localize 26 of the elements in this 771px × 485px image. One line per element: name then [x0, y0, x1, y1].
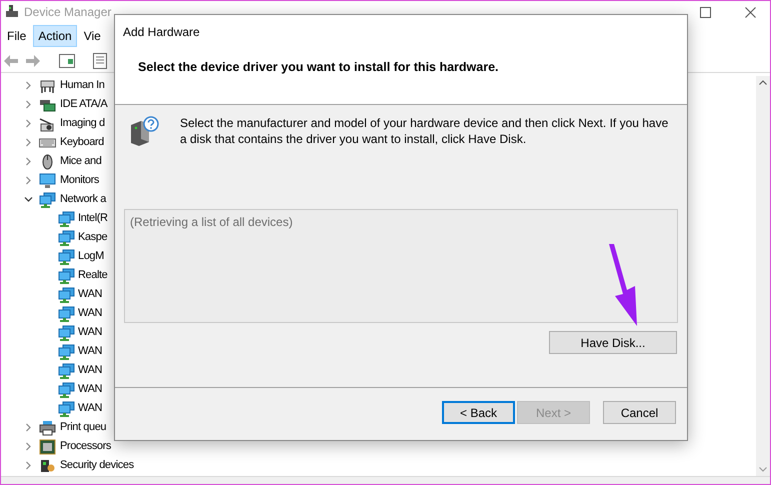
- tree-item-label: Network a: [60, 192, 106, 208]
- tree-item-label: WAN: [78, 287, 102, 302]
- tree-item-label: Human In: [60, 78, 104, 94]
- tree-item-label: Monitors: [60, 173, 99, 188]
- tree-item-label: WAN: [78, 382, 102, 398]
- tree-item-label: WAN: [78, 344, 102, 360]
- dialog-title: Add Hardware: [123, 24, 201, 41]
- tree-item-label: Keyboard: [60, 135, 104, 150]
- tree-item-label: Intel(R: [78, 211, 108, 226]
- instructions-text: Select the manufacturer and model of your hardware device and then click Next. If you have a disk that contains the driver you want to install, click Have Disk.: [180, 115, 670, 147]
- tree-item-label: Processors: [60, 439, 112, 454]
- tree-item-label: Imaging d: [60, 116, 105, 132]
- tree-item-label: IDE ATA/A: [60, 97, 108, 112]
- tree-item-label: WAN: [78, 306, 102, 322]
- tree-item-label: Realte: [78, 268, 108, 284]
- window-title: Device Manager: [24, 4, 112, 21]
- tree-item-label: LogM: [78, 249, 104, 264]
- tree-item-label: WAN: [78, 401, 102, 416]
- tree-item-label: Mice and: [60, 154, 102, 170]
- list-placeholder: (Retrieving a list of all devices): [130, 215, 293, 229]
- tree-item-label: WAN: [78, 325, 102, 340]
- tree-item-label: WAN: [78, 363, 102, 378]
- tree-item-label: Print queu: [60, 420, 106, 436]
- tree-item-label: Security devices: [60, 458, 134, 474]
- dialog-heading: Select the device driver you want to install for this hardware.: [138, 59, 500, 76]
- tree-item-label: Kaspe: [78, 230, 108, 246]
